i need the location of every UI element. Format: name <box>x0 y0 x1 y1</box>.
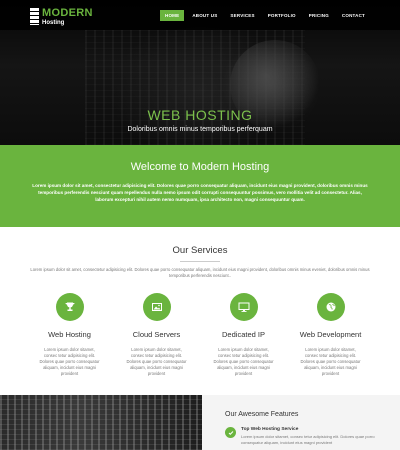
image-icon <box>142 293 171 321</box>
trophy-icon <box>55 293 84 321</box>
logo-subtitle: Hosting <box>42 20 65 26</box>
services-divider <box>180 261 220 262</box>
welcome-text: Lorem ipsum dolor sit amet, consectetur … <box>32 183 368 202</box>
nav-pricing[interactable]: PRICING <box>304 10 334 21</box>
features-section: Our Awesome Features Top Web Hosting Ser… <box>0 395 400 450</box>
service-title: Cloud Servers <box>132 330 181 339</box>
welcome-title: Welcome to Modern Hosting <box>130 161 270 173</box>
logo-title: MODERN <box>42 7 93 19</box>
main-nav: HOME ABOUT US SERVICES PORTFOLIO PRICING… <box>157 10 370 21</box>
hero-banner: MODERN Hosting HOME ABOUT US SERVICES PO… <box>0 0 400 145</box>
check-icon <box>225 427 236 438</box>
features-content: Our Awesome Features Top Web Hosting Ser… <box>202 395 400 450</box>
service-title: Web Hosting <box>48 330 91 339</box>
nav-about-us[interactable]: ABOUT US <box>187 10 222 21</box>
service-title: Dedicated IP <box>222 330 265 339</box>
logo-server-icon <box>30 8 39 25</box>
hero-subtitle: Doloribus omnis minus temporibus perferq… <box>127 126 273 133</box>
datacenter-image <box>0 395 202 450</box>
nav-portfolio[interactable]: PORTFOLIO <box>263 10 301 21</box>
nav-contact[interactable]: CONTACT <box>337 10 370 21</box>
globe-icon <box>316 293 345 321</box>
service-desc: Lorem ipsum dolor sitamet, consec tetur … <box>126 347 187 376</box>
service-desc: Lorem ipsum dolor sitamet, consec tetur … <box>213 347 274 376</box>
services-grid: Web Hosting Lorem ipsum dolor sitamet, c… <box>0 293 400 377</box>
site-logo[interactable]: MODERN Hosting <box>30 8 93 26</box>
services-section: Our Services Lorem ipsum dolor sit amet,… <box>0 227 400 395</box>
service-card-cloud-servers[interactable]: Cloud Servers Lorem ipsum dolor sitamet,… <box>114 293 199 377</box>
nav-home[interactable]: HOME <box>160 10 185 21</box>
feature-item: Top Web Hosting Service Lorem ipsum dolo… <box>225 427 400 445</box>
feature-title: Top Web Hosting Service <box>241 427 299 432</box>
monitor-icon <box>229 293 258 321</box>
welcome-section: Welcome to Modern Hosting Lorem ipsum do… <box>0 145 400 227</box>
service-card-dedicated-ip[interactable]: Dedicated IP Lorem ipsum dolor sitamet, … <box>201 293 286 377</box>
features-title: Our Awesome Features <box>225 411 299 418</box>
service-desc: Lorem ipsum dolor sitamet, consec tetur … <box>300 347 361 376</box>
nav-services[interactable]: SERVICES <box>225 10 259 21</box>
site-header: MODERN Hosting HOME ABOUT US SERVICES PO… <box>0 0 400 30</box>
feature-desc: Lorem ipsum dolor sitamet, consec tetur … <box>241 434 375 445</box>
services-title: Our Services <box>172 245 228 256</box>
services-intro: Lorem ipsum dolor sit amet, consectetur … <box>30 267 370 278</box>
service-title: Web Development <box>299 330 362 339</box>
service-desc: Lorem ipsum dolor sitamet, consec tetur … <box>39 347 100 376</box>
service-card-web-hosting[interactable]: Web Hosting Lorem ipsum dolor sitamet, c… <box>27 293 112 377</box>
hero-title: WEB HOSTING <box>147 107 253 123</box>
service-card-web-development[interactable]: Web Development Lorem ipsum dolor sitame… <box>288 293 373 377</box>
